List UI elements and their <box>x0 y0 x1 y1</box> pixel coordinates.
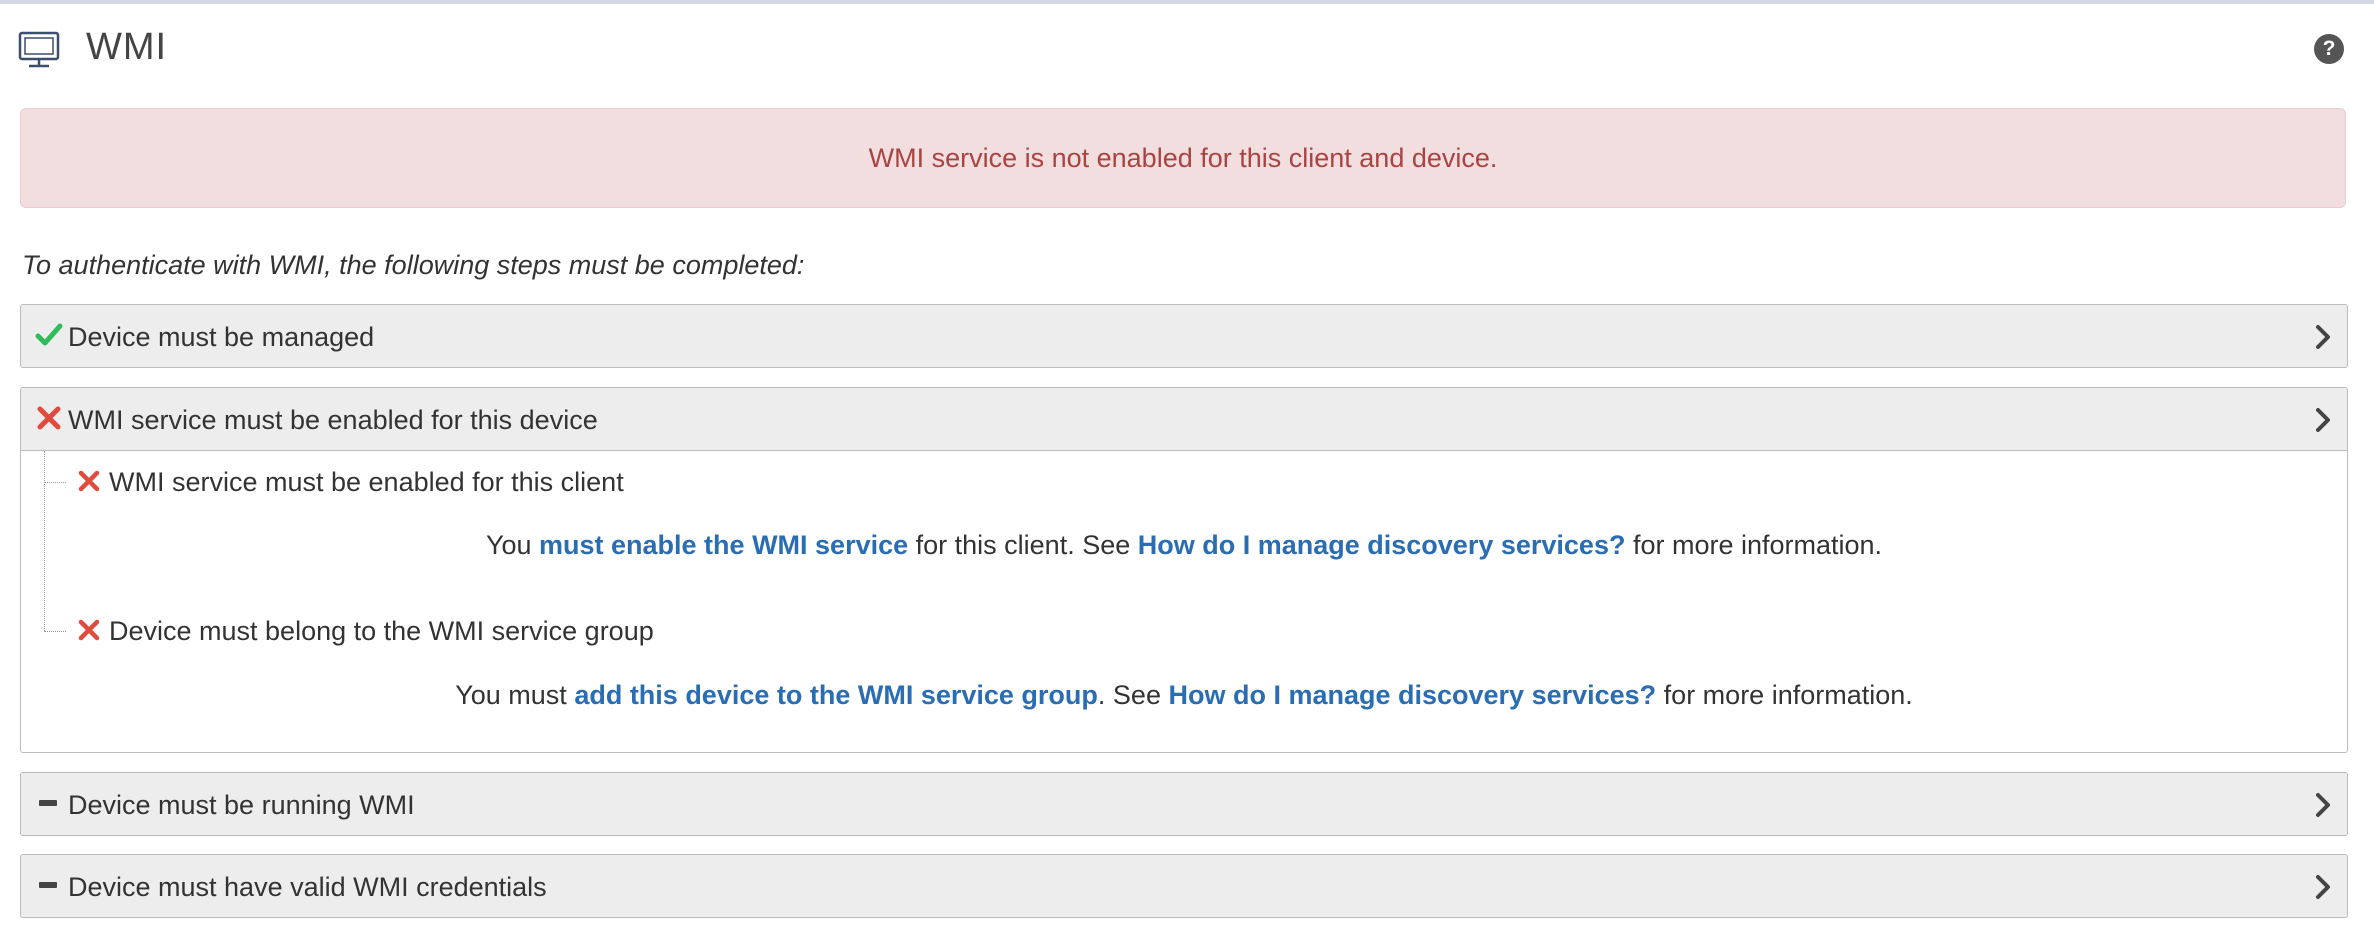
description-text: for more information. <box>1656 680 1913 710</box>
chevron-right-icon <box>2313 873 2333 901</box>
step-label: Device must be managed <box>68 322 375 352</box>
step-device-managed[interactable]: Device must be managed <box>20 304 2348 368</box>
cross-icon <box>35 404 63 432</box>
substep-description-service-group: You must add this device to the WMI serv… <box>21 680 2347 711</box>
description-text: for more information. <box>1625 530 1883 560</box>
description-text: . See <box>1097 680 1169 710</box>
intro-text: To authenticate with WMI, the following … <box>22 250 805 280</box>
step-wmi-service-enabled[interactable]: WMI service must be enabled for this dev… <box>20 387 2348 451</box>
help-icon[interactable]: ? <box>2314 34 2344 64</box>
step-label: WMI service must be enabled for this dev… <box>68 405 598 435</box>
manage-discovery-services-link[interactable]: How do I manage discovery services? <box>1168 680 1656 710</box>
error-alert: WMI service is not enabled for this clie… <box>20 108 2346 208</box>
substep-label-client: WMI service must be enabled for this cli… <box>109 467 624 497</box>
cross-icon <box>77 469 101 493</box>
tree-branch <box>44 631 66 632</box>
substep-description-client: You must enable the WMI service for this… <box>21 530 2347 561</box>
step-valid-wmi-credentials[interactable]: Device must have valid WMI credentials <box>20 854 2348 918</box>
check-icon <box>35 321 63 349</box>
monitor-icon <box>18 30 60 70</box>
manage-discovery-services-link[interactable]: How do I manage discovery services? <box>1138 530 1626 560</box>
chevron-right-icon <box>2313 323 2333 351</box>
chevron-right-icon <box>2313 791 2333 819</box>
step-label: Device must be running WMI <box>68 790 415 820</box>
enable-wmi-service-link[interactable]: must enable the WMI service <box>539 530 908 560</box>
add-to-service-group-link[interactable]: add this device to the WMI service group <box>574 680 1098 710</box>
cross-icon <box>77 618 101 642</box>
description-text: for this client. See <box>908 530 1138 560</box>
dash-icon <box>35 871 63 899</box>
step-device-running-wmi[interactable]: Device must be running WMI <box>20 772 2348 836</box>
step-details: WMI service must be enabled for this cli… <box>20 451 2348 753</box>
description-text: You must <box>455 680 575 710</box>
substep-label-service-group: Device must belong to the WMI service gr… <box>109 616 654 646</box>
dash-icon <box>35 789 63 817</box>
step-label: Device must have valid WMI credentials <box>68 872 547 902</box>
page-header: WMI ? <box>0 4 2374 92</box>
page-title: WMI <box>86 26 168 68</box>
description-text: You <box>485 530 540 560</box>
tree-branch <box>44 482 66 483</box>
chevron-right-icon <box>2313 406 2333 434</box>
